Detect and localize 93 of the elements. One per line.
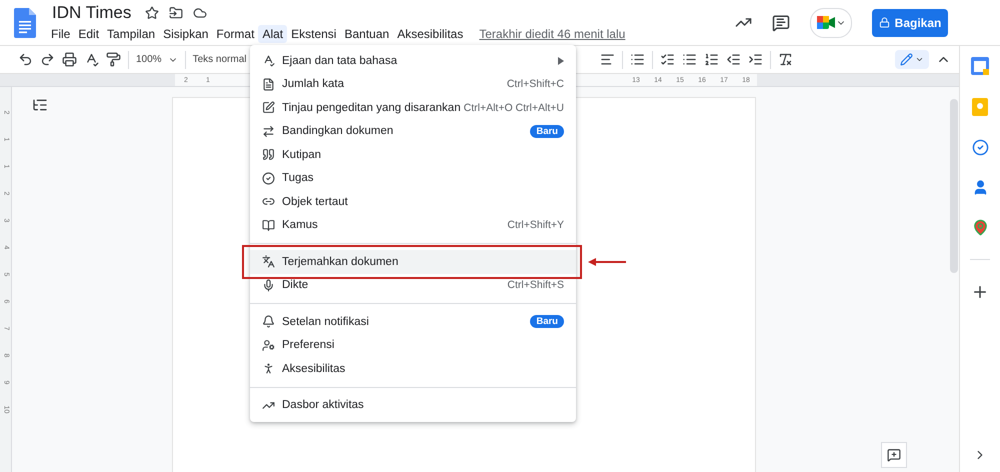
microphone-icon bbox=[262, 278, 274, 292]
shortcut-text: Ctrl+Shift+S bbox=[507, 279, 564, 292]
menu-item[interactable]: Kutipan bbox=[250, 143, 576, 166]
menu-item-label: Objek tertaut bbox=[282, 196, 349, 208]
document-title[interactable]: IDN Times bbox=[52, 2, 132, 22]
style-dropdown[interactable]: Teks normal bbox=[192, 54, 246, 65]
menu-tab[interactable]: Format bbox=[212, 24, 258, 42]
check-circle-icon bbox=[262, 172, 274, 185]
last-edit-link[interactable]: Terakhir diedit 46 menit lalu bbox=[479, 26, 626, 40]
camera-icon bbox=[816, 16, 834, 29]
menu-item-label: Jumlah kata bbox=[282, 78, 346, 90]
explore-button[interactable] bbox=[881, 442, 907, 468]
shortcut-text: Ctrl+Shift+Y bbox=[507, 219, 564, 232]
star-icon[interactable] bbox=[145, 6, 160, 20]
folder-icon[interactable] bbox=[169, 6, 184, 20]
menu-item-label: Aksesibilitas bbox=[282, 362, 346, 375]
menu-item[interactable]: Ejaan dan tata bahasa bbox=[250, 49, 576, 72]
pencil-icon bbox=[900, 53, 913, 66]
bell-icon bbox=[262, 315, 274, 328]
menu-item[interactable]: Tugas bbox=[250, 166, 576, 190]
comment-icon[interactable] bbox=[772, 14, 790, 32]
menu-tab[interactable]: Aksesibilitas bbox=[393, 24, 468, 42]
line-spacing-icon[interactable] bbox=[630, 52, 646, 67]
menu-item-label: Preferensi bbox=[282, 339, 336, 352]
add-icon[interactable] bbox=[971, 283, 989, 301]
menu-item-label: Bandingkan dokumen bbox=[282, 125, 394, 138]
arrow bbox=[588, 257, 626, 267]
print-icon[interactable] bbox=[62, 52, 77, 67]
translate-icon bbox=[262, 255, 274, 268]
meet-button[interactable] bbox=[810, 8, 852, 38]
quote-icon bbox=[262, 148, 274, 162]
menu-tab[interactable]: Sisipkan bbox=[159, 24, 212, 42]
caret-icon bbox=[915, 55, 924, 64]
align-icon[interactable] bbox=[600, 52, 616, 67]
menu-tab[interactable]: Alat bbox=[258, 24, 288, 42]
checklist-icon[interactable] bbox=[660, 52, 676, 67]
add-comment-icon bbox=[887, 448, 901, 462]
menu-item[interactable]: Preferensi bbox=[250, 334, 576, 357]
document-icon bbox=[262, 78, 274, 91]
redo-icon[interactable] bbox=[40, 52, 55, 67]
indent-increase-icon[interactable] bbox=[748, 52, 764, 67]
menu-item-label: Dasbor aktivitas bbox=[282, 399, 365, 412]
lock-icon bbox=[878, 17, 890, 28]
menu-item-label: Kutipan bbox=[282, 148, 322, 161]
paint-format-icon[interactable] bbox=[106, 52, 121, 67]
menu-item[interactable]: Jumlah kata Ctrl+Shift+C bbox=[250, 72, 576, 96]
menu-item[interactable]: Dasbor aktivitas bbox=[250, 394, 576, 417]
menu-item-label: Tugas bbox=[282, 172, 315, 184]
bullet-list-icon[interactable] bbox=[682, 52, 698, 67]
calendar-icon[interactable] bbox=[971, 57, 989, 75]
zoom-dropdown[interactable]: 100% bbox=[136, 54, 178, 65]
menu-item-label: Terjemahkan dokumen bbox=[282, 256, 400, 268]
menu-tab[interactable]: Bantuan bbox=[340, 24, 394, 42]
new-badge: Baru bbox=[530, 315, 564, 328]
menu-item[interactable]: Objek tertaut bbox=[250, 190, 576, 214]
menu-item[interactable]: Kamus Ctrl+Shift+Y bbox=[250, 214, 576, 237]
map-pin-icon[interactable] bbox=[972, 219, 988, 236]
spellcheck-icon[interactable] bbox=[84, 52, 99, 67]
menu-item-label: Dikte bbox=[282, 279, 310, 292]
menu-item-label: Setelan notifikasi bbox=[282, 316, 370, 328]
menu-tab[interactable]: File bbox=[47, 24, 74, 42]
menu-tab[interactable]: Ekstensi bbox=[287, 24, 340, 42]
menu-item-label: Ejaan dan tata bahasa bbox=[282, 54, 398, 67]
menu-item[interactable]: Setelan notifikasi Baru bbox=[250, 310, 576, 334]
menu-tab[interactable]: Tampilan bbox=[103, 24, 160, 42]
undo-icon[interactable] bbox=[18, 52, 33, 67]
clear-formatting-icon[interactable] bbox=[778, 52, 794, 67]
docs-logo-icon[interactable] bbox=[14, 8, 36, 38]
outline-icon[interactable] bbox=[32, 97, 48, 113]
shortcut-text: Ctrl+Shift+C bbox=[506, 78, 564, 90]
user-gear-icon bbox=[262, 338, 274, 352]
menu-item[interactable]: Aksesibilitas bbox=[250, 357, 576, 380]
spellcheck-icon bbox=[262, 54, 274, 68]
menu-item[interactable]: Terjemahkan dokumen bbox=[250, 250, 576, 274]
tasks-icon[interactable] bbox=[972, 139, 988, 156]
cloud-icon[interactable] bbox=[193, 6, 208, 20]
menu-item[interactable]: Bandingkan dokumen Baru bbox=[250, 120, 576, 143]
new-badge: Baru bbox=[530, 124, 564, 138]
menu-item[interactable]: Tinjau pengeditan yang disarankan Ctrl+Alt+O Ctrl+Alt+U bbox=[250, 96, 576, 120]
accessibility-icon bbox=[262, 362, 274, 376]
menu-item[interactable]: Dikte Ctrl+Shift+S bbox=[250, 274, 576, 297]
edit-icon bbox=[262, 101, 274, 114]
menu-item-label: Kamus bbox=[282, 219, 319, 232]
scrollbar[interactable] bbox=[950, 99, 958, 273]
compare-arrows-icon bbox=[262, 124, 274, 138]
menu-item-label: Tinjau pengeditan yang disarankan bbox=[282, 102, 462, 114]
menu-tab[interactable]: Edit bbox=[74, 24, 104, 42]
numbered-list-icon[interactable] bbox=[704, 52, 720, 67]
editing-mode-button[interactable] bbox=[895, 50, 929, 69]
book-icon bbox=[262, 218, 274, 232]
indent-decrease-icon[interactable] bbox=[726, 52, 742, 67]
shortcut-text: Ctrl+Alt+O Ctrl+Alt+U bbox=[464, 102, 564, 114]
share-button[interactable]: Bagikan bbox=[872, 8, 948, 36]
